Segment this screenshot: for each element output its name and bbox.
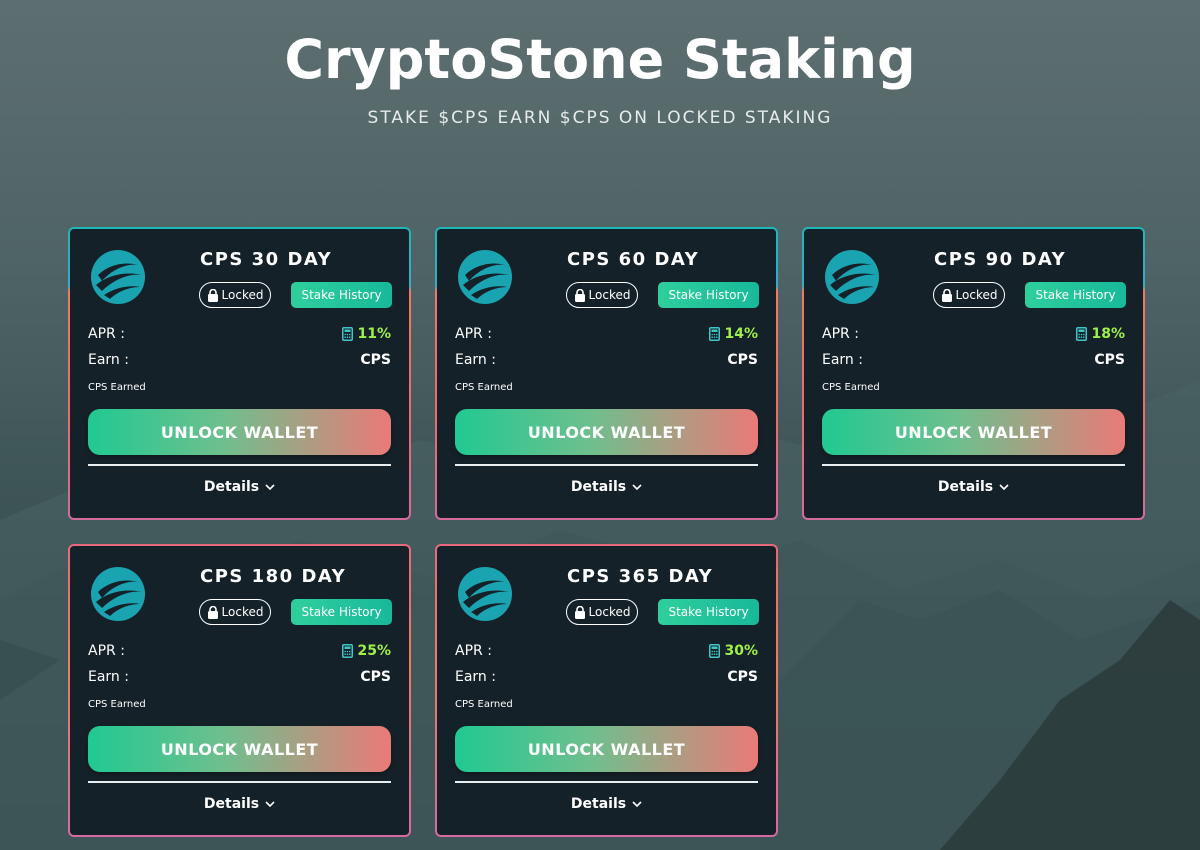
apr-value: 18% [1091,326,1125,342]
locked-label: Locked [588,288,631,302]
stake-history-button[interactable]: Stake History [291,599,392,625]
unlock-wallet-button[interactable]: UNLOCK WALLET [455,726,758,772]
details-label: Details [203,479,260,495]
cryptostone-logo [825,250,879,304]
apr-value: 11% [357,326,391,342]
lock-icon [574,288,585,302]
earn-value: CPS [360,669,391,685]
chevron-down-icon [632,483,642,490]
earn-label: Earn : [455,669,496,685]
divider [455,464,758,466]
lock-icon [207,288,218,302]
divider [88,464,391,466]
earn-value: CPS [360,352,391,368]
calculator-icon[interactable] [342,644,354,658]
apr-label: APR : [455,326,492,342]
divider [88,781,391,783]
lock-icon [941,288,952,302]
locked-label: Locked [221,288,264,302]
details-toggle[interactable]: Details [70,479,409,495]
details-label: Details [570,479,627,495]
pool-card-180-day: CPS 180 DAY Locked Stake History APR : 2… [68,544,411,837]
apr-value-row[interactable]: 25% [342,643,391,659]
earn-label: Earn : [88,669,129,685]
locked-badge: Locked [566,282,638,308]
lock-icon [207,605,218,619]
cps-earned-label: CPS Earned [88,699,146,710]
calculator-icon[interactable] [709,327,721,341]
earn-value: CPS [727,669,758,685]
lock-icon [574,605,585,619]
pool-card-30-day: CPS 30 DAY Locked Stake History APR : 11… [68,227,411,520]
locked-label: Locked [588,605,631,619]
page-title: CryptoStone Staking [284,28,916,91]
chevron-down-icon [999,483,1009,490]
pool-card-365-day: CPS 365 DAY Locked Stake History APR : 3… [435,544,778,837]
pool-title: CPS 30 DAY [200,249,333,270]
stake-history-button[interactable]: Stake History [658,282,759,308]
apr-value: 30% [724,643,758,659]
apr-value: 14% [724,326,758,342]
cryptostone-logo [458,250,512,304]
apr-label: APR : [88,326,125,342]
details-toggle[interactable]: Details [437,479,776,495]
stake-history-button[interactable]: Stake History [1025,282,1126,308]
pool-title: CPS 180 DAY [200,566,347,587]
chevron-down-icon [265,800,275,807]
apr-value-row[interactable]: 30% [709,643,758,659]
apr-label: APR : [88,643,125,659]
cps-earned-label: CPS Earned [455,382,513,393]
earn-value: CPS [1094,352,1125,368]
earn-label: Earn : [455,352,496,368]
pool-card-60-day: CPS 60 DAY Locked Stake History APR : 14… [435,227,778,520]
cryptostone-logo [458,567,512,621]
apr-value: 25% [357,643,391,659]
divider [822,464,1125,466]
details-label: Details [570,796,627,812]
details-toggle[interactable]: Details [437,796,776,812]
apr-value-row[interactable]: 14% [709,326,758,342]
earn-label: Earn : [88,352,129,368]
cps-earned-label: CPS Earned [455,699,513,710]
pool-card-90-day: CPS 90 DAY Locked Stake History APR : 18… [802,227,1145,520]
unlock-wallet-button[interactable]: UNLOCK WALLET [822,409,1125,455]
details-label: Details [203,796,260,812]
chevron-down-icon [632,800,642,807]
unlock-wallet-button[interactable]: UNLOCK WALLET [455,409,758,455]
page-header: CryptoStone Staking Stake $CPS Earn $CPS… [0,28,1200,128]
calculator-icon[interactable] [709,644,721,658]
locked-label: Locked [955,288,998,302]
calculator-icon[interactable] [1076,327,1088,341]
page-subtitle: Stake $CPS Earn $CPS on Locked Staking [367,108,833,128]
pool-title: CPS 365 DAY [567,566,714,587]
pool-title: CPS 90 DAY [934,249,1067,270]
locked-badge: Locked [199,282,271,308]
apr-label: APR : [455,643,492,659]
cryptostone-logo [91,567,145,621]
details-label: Details [937,479,994,495]
details-toggle[interactable]: Details [804,479,1143,495]
cps-earned-label: CPS Earned [88,382,146,393]
apr-label: APR : [822,326,859,342]
stake-history-button[interactable]: Stake History [658,599,759,625]
cryptostone-logo [91,250,145,304]
pool-title: CPS 60 DAY [567,249,700,270]
stake-history-button[interactable]: Stake History [291,282,392,308]
chevron-down-icon [265,483,275,490]
locked-label: Locked [221,605,264,619]
locked-badge: Locked [566,599,638,625]
earn-value: CPS [727,352,758,368]
cps-earned-label: CPS Earned [822,382,880,393]
apr-value-row[interactable]: 11% [342,326,391,342]
locked-badge: Locked [199,599,271,625]
calculator-icon[interactable] [342,327,354,341]
divider [455,781,758,783]
apr-value-row[interactable]: 18% [1076,326,1125,342]
unlock-wallet-button[interactable]: UNLOCK WALLET [88,726,391,772]
details-toggle[interactable]: Details [70,796,409,812]
unlock-wallet-button[interactable]: UNLOCK WALLET [88,409,391,455]
locked-badge: Locked [933,282,1005,308]
earn-label: Earn : [822,352,863,368]
